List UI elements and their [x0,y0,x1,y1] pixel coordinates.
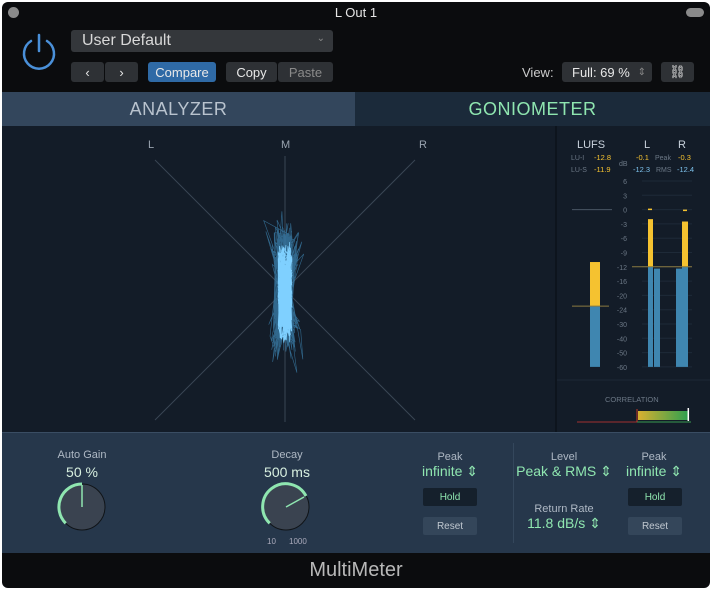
scale-tick-label: -20 [617,293,627,300]
gonio-label-m: M [281,139,290,151]
r-peak-bar-peak [682,221,688,267]
stepper-icon: ⇕ [637,66,646,78]
window-pill-button[interactable] [686,8,704,17]
reset2-button[interactable]: Reset [628,517,682,535]
view-value: Full: 69 % [572,64,630,80]
l-peak-bar-peak [648,219,653,267]
lufs-bar-peak [590,262,600,307]
r-rms-value: -12.4 [677,165,694,174]
auto-gain-knob[interactable] [54,479,110,535]
goniometer: L M R [148,139,427,422]
decay-min-label: 10 [267,537,276,546]
scale-tick-label: -24 [617,308,627,315]
l-peak-value: -0.1 [636,153,649,162]
r-label: R [678,139,686,151]
l-label: L [644,139,650,151]
scale-tick-label: -60 [617,365,627,372]
gonio-label-r: R [419,139,427,151]
lufs-bar-rms [590,306,600,367]
hold2-button[interactable]: Hold [628,488,682,506]
l-peak-bar-rms [648,266,653,367]
peak2-label: Peak [641,451,667,463]
scale-tick-label: -40 [617,336,627,343]
scale-tick-label: 3 [623,193,627,200]
level-dropdown[interactable]: Peak & RMS ⇕ [504,463,624,480]
next-preset-button[interactable]: › [105,62,138,82]
level-label: Level [550,451,578,463]
reset-button[interactable]: Reset [423,517,477,535]
level-meters: LUFS L R LU-I -12.8 LU-S -11.9 dB -0.1 P… [557,139,710,423]
correlation-label: CORRELATION [605,395,659,404]
scale-tick-label: -12 [617,265,627,272]
rms-label: RMS [656,167,672,174]
link-button[interactable]: ⛓ [661,62,694,82]
scale-tick-label: 0 [623,208,627,215]
plugin-window: L Out 1 User Default ⌄ ‹ › Compare Copy … [2,2,710,588]
scale-tick-label: -3 [621,222,627,229]
scale-tick-label: -6 [621,236,627,243]
window-title: L Out 1 [334,5,378,20]
auto-gain-label: Auto Gain [57,449,107,461]
gonio-label-l: L [148,139,154,151]
controls-panel: Auto Gain 50 % Decay 500 ms 10 1000 Peak… [2,432,710,553]
peak-label: Peak [655,155,671,162]
scale-tick-label: -30 [617,322,627,329]
tab-analyzer[interactable]: ANALYZER [2,92,355,126]
lufs-label: LUFS [577,139,605,151]
scale-tick-label: -16 [617,279,627,286]
lu-i-label: LU-I [571,155,584,162]
compare-button[interactable]: Compare [148,62,216,82]
tab-goniometer[interactable]: GONIOMETER [355,92,710,126]
hold-button[interactable]: Hold [423,488,477,506]
chevron-down-icon: ⌄ [316,33,325,44]
peak-label: Peak [437,451,463,463]
goniometer-trace [263,211,305,373]
r-peak-bar-rms [682,266,688,367]
scale-tick-label: -50 [617,351,627,358]
r-rms-bar [676,268,682,367]
return-rate-dropdown[interactable]: 11.8 dB/s ⇕ [512,515,616,532]
lu-s-value: -11.9 [594,165,611,174]
decay-max-label: 1000 [289,537,307,546]
decay-knob[interactable] [258,479,314,535]
auto-gain-value: 50 % [66,464,98,480]
view-dropdown[interactable]: Full: 69 % ⇕ [562,62,652,82]
r-peak-value: -0.3 [678,153,691,162]
plugin-name: MultiMeter [309,559,403,581]
lu-i-value: -12.8 [594,153,611,162]
power-icon[interactable] [20,32,58,72]
display-area: L M R LUFS L R LU-I -12.8 LU-S -11.9 dB … [2,126,710,432]
link-icon: ⛓ [669,64,686,79]
scale-tick-label: -9 [621,251,627,258]
l-rms-bar [654,268,660,367]
decay-label: Decay [271,449,303,461]
peak-dropdown[interactable]: infinite ⇕ [410,463,490,480]
peak2-dropdown[interactable]: infinite ⇕ [614,463,694,480]
db-label: dB [619,161,628,168]
l-rms-value: -12.3 [633,165,650,174]
preset-dropdown[interactable]: User Default ⌄ [71,30,333,52]
r-peak-hold [683,209,687,212]
l-peak-hold [648,208,652,211]
previous-preset-button[interactable]: ‹ [71,62,104,82]
copy-button[interactable]: Copy [226,62,277,82]
correlation-bar [638,411,689,420]
return-rate-label: Return Rate [534,503,594,515]
preset-value: User Default [82,32,171,49]
paste-button[interactable]: Paste [278,62,333,82]
decay-value: 500 ms [264,464,310,480]
lu-s-label: LU-S [571,167,587,174]
view-label: View: [522,65,554,80]
scale-tick-label: 6 [623,179,627,186]
trace-core [277,242,293,343]
